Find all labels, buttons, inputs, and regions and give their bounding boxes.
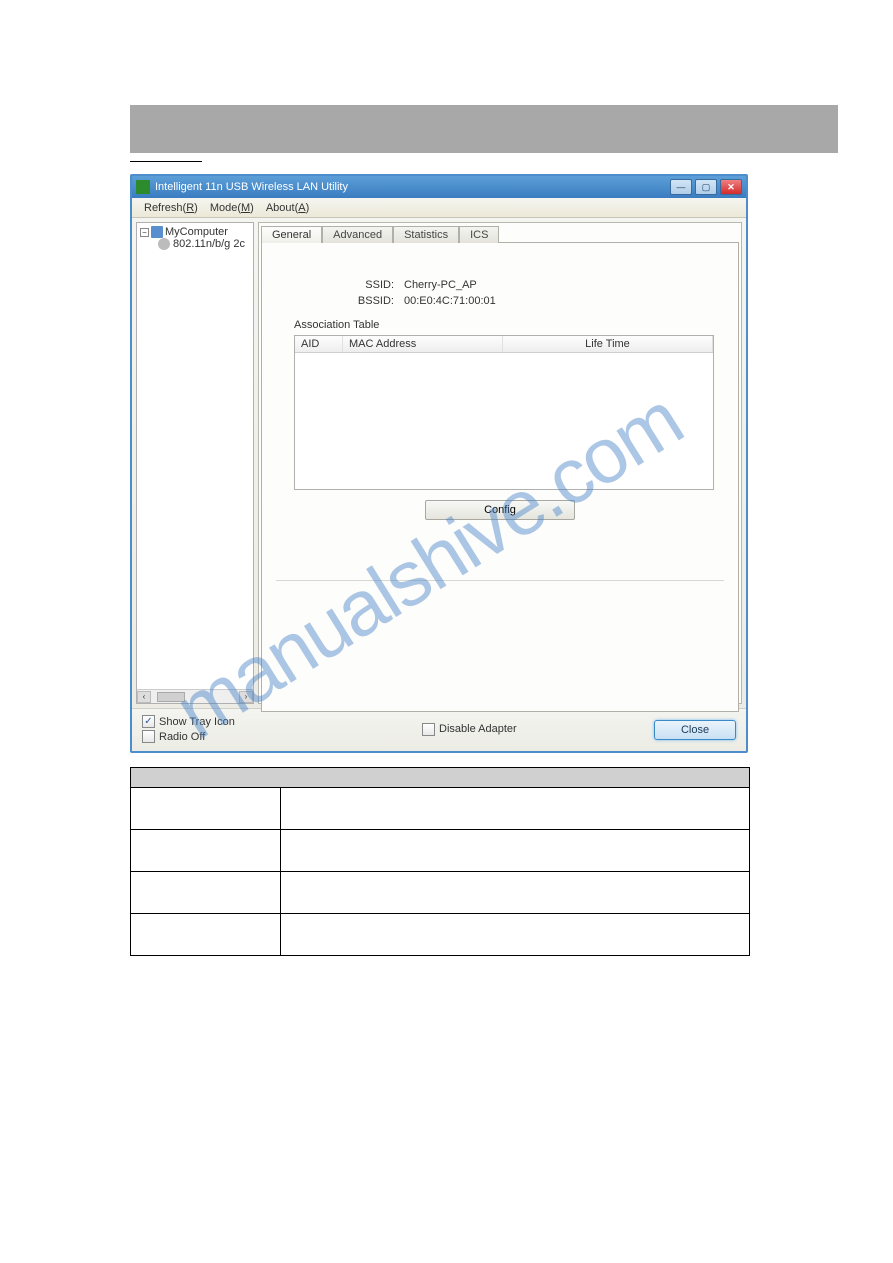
app-window: Intelligent 11n USB Wireless LAN Utility… bbox=[130, 174, 748, 753]
description-table bbox=[130, 767, 750, 956]
window-controls: — ▢ ✕ bbox=[670, 179, 742, 195]
adapter-icon bbox=[158, 238, 170, 250]
tab-ics[interactable]: ICS bbox=[459, 226, 499, 243]
tab-advanced[interactable]: Advanced bbox=[322, 226, 393, 243]
menu-about[interactable]: About(A) bbox=[260, 202, 315, 214]
tree-toggle-icon[interactable]: − bbox=[140, 228, 149, 237]
checkbox-icon bbox=[422, 723, 435, 736]
bssid-row: BSSID: 00:E0:4C:71:00:01 bbox=[276, 295, 724, 307]
footer-row: ✓ Show Tray Icon Radio Off Disable Adapt… bbox=[132, 708, 746, 751]
tree-horizontal-scrollbar[interactable]: ‹ › bbox=[137, 689, 253, 703]
bssid-label: BSSID: bbox=[276, 295, 404, 307]
table-row bbox=[131, 830, 750, 872]
app-body: − MyComputer 802.11n/b/g 2c ‹ › bbox=[132, 218, 746, 708]
scroll-left-arrow[interactable]: ‹ bbox=[137, 691, 151, 703]
maximize-button[interactable]: ▢ bbox=[695, 179, 717, 195]
bssid-value: 00:E0:4C:71:00:01 bbox=[404, 295, 724, 307]
show-tray-icon-checkbox[interactable]: ✓ Show Tray Icon bbox=[142, 715, 292, 728]
close-window-button[interactable]: ✕ bbox=[720, 179, 742, 195]
window-title: Intelligent 11n USB Wireless LAN Utility bbox=[155, 181, 670, 193]
tree-root-node[interactable]: − MyComputer bbox=[140, 226, 250, 238]
table-row bbox=[131, 872, 750, 914]
association-table-header: AID MAC Address Life Time bbox=[295, 336, 713, 353]
table-row bbox=[131, 788, 750, 830]
tab-statistics[interactable]: Statistics bbox=[393, 226, 459, 243]
column-mac-address[interactable]: MAC Address bbox=[343, 336, 503, 352]
app-icon bbox=[136, 180, 150, 194]
association-table-label: Association Table bbox=[294, 319, 724, 331]
scroll-thumb[interactable] bbox=[157, 692, 185, 702]
menubar: Refresh(R) Mode(M) About(A) bbox=[132, 198, 746, 218]
table-row bbox=[131, 914, 750, 956]
config-button[interactable]: Config bbox=[425, 500, 575, 520]
ssid-row: SSID: Cherry-PC_AP bbox=[276, 279, 724, 291]
tree-child-node[interactable]: 802.11n/b/g 2c bbox=[158, 238, 250, 250]
disable-adapter-label: Disable Adapter bbox=[439, 723, 517, 735]
right-panel: General Advanced Statistics ICS SSID: Ch… bbox=[258, 222, 742, 704]
tab-general[interactable]: General bbox=[261, 226, 322, 243]
titlebar[interactable]: Intelligent 11n USB Wireless LAN Utility… bbox=[132, 176, 746, 198]
desc-table-header bbox=[131, 768, 750, 788]
computer-icon bbox=[151, 226, 163, 238]
device-tree-panel: − MyComputer 802.11n/b/g 2c ‹ › bbox=[136, 222, 254, 704]
header-underline bbox=[130, 161, 202, 162]
scroll-right-arrow[interactable]: › bbox=[239, 691, 253, 703]
menu-refresh[interactable]: Refresh(R) bbox=[138, 202, 204, 214]
radio-off-checkbox[interactable]: Radio Off bbox=[142, 730, 292, 743]
checkbox-icon bbox=[142, 730, 155, 743]
show-tray-label: Show Tray Icon bbox=[159, 716, 235, 728]
ssid-label: SSID: bbox=[276, 279, 404, 291]
page-header-banner bbox=[130, 105, 838, 153]
menu-mode[interactable]: Mode(M) bbox=[204, 202, 260, 214]
tree-root-label: MyComputer bbox=[165, 226, 228, 238]
tree-child-label: 802.11n/b/g 2c bbox=[173, 238, 245, 250]
column-life-time[interactable]: Life Time bbox=[503, 336, 713, 352]
association-table[interactable]: AID MAC Address Life Time bbox=[294, 335, 714, 490]
footer-options-left: ✓ Show Tray Icon Radio Off bbox=[142, 715, 292, 745]
tab-content-general: SSID: Cherry-PC_AP BSSID: 00:E0:4C:71:00… bbox=[261, 242, 739, 712]
checkbox-icon: ✓ bbox=[142, 715, 155, 728]
ssid-value: Cherry-PC_AP bbox=[404, 279, 724, 291]
panel-separator bbox=[276, 580, 724, 581]
column-aid[interactable]: AID bbox=[295, 336, 343, 352]
radio-off-label: Radio Off bbox=[159, 731, 205, 743]
disable-adapter-checkbox[interactable]: Disable Adapter bbox=[422, 723, 517, 736]
minimize-button[interactable]: — bbox=[670, 179, 692, 195]
close-button[interactable]: Close bbox=[654, 720, 736, 740]
tabs-row: General Advanced Statistics ICS bbox=[261, 225, 741, 242]
